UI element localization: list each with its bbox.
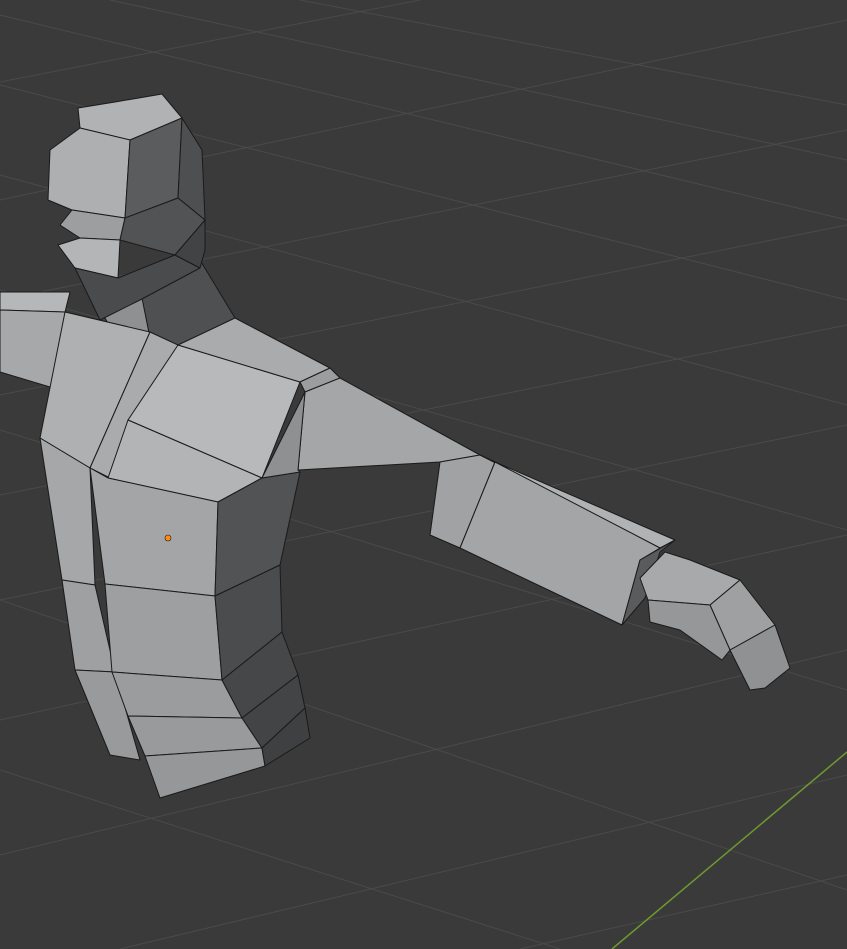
object-origin-dot [164,534,172,542]
x-axis-line [611,751,847,949]
arm-upper-front [297,377,481,471]
viewport-canvas[interactable] [0,0,847,949]
belly-2 [104,583,223,681]
left-arm-top [0,291,71,313]
belly-5 [144,747,266,799]
3d-viewport[interactable] [0,0,847,949]
head-face-upper [47,127,131,219]
